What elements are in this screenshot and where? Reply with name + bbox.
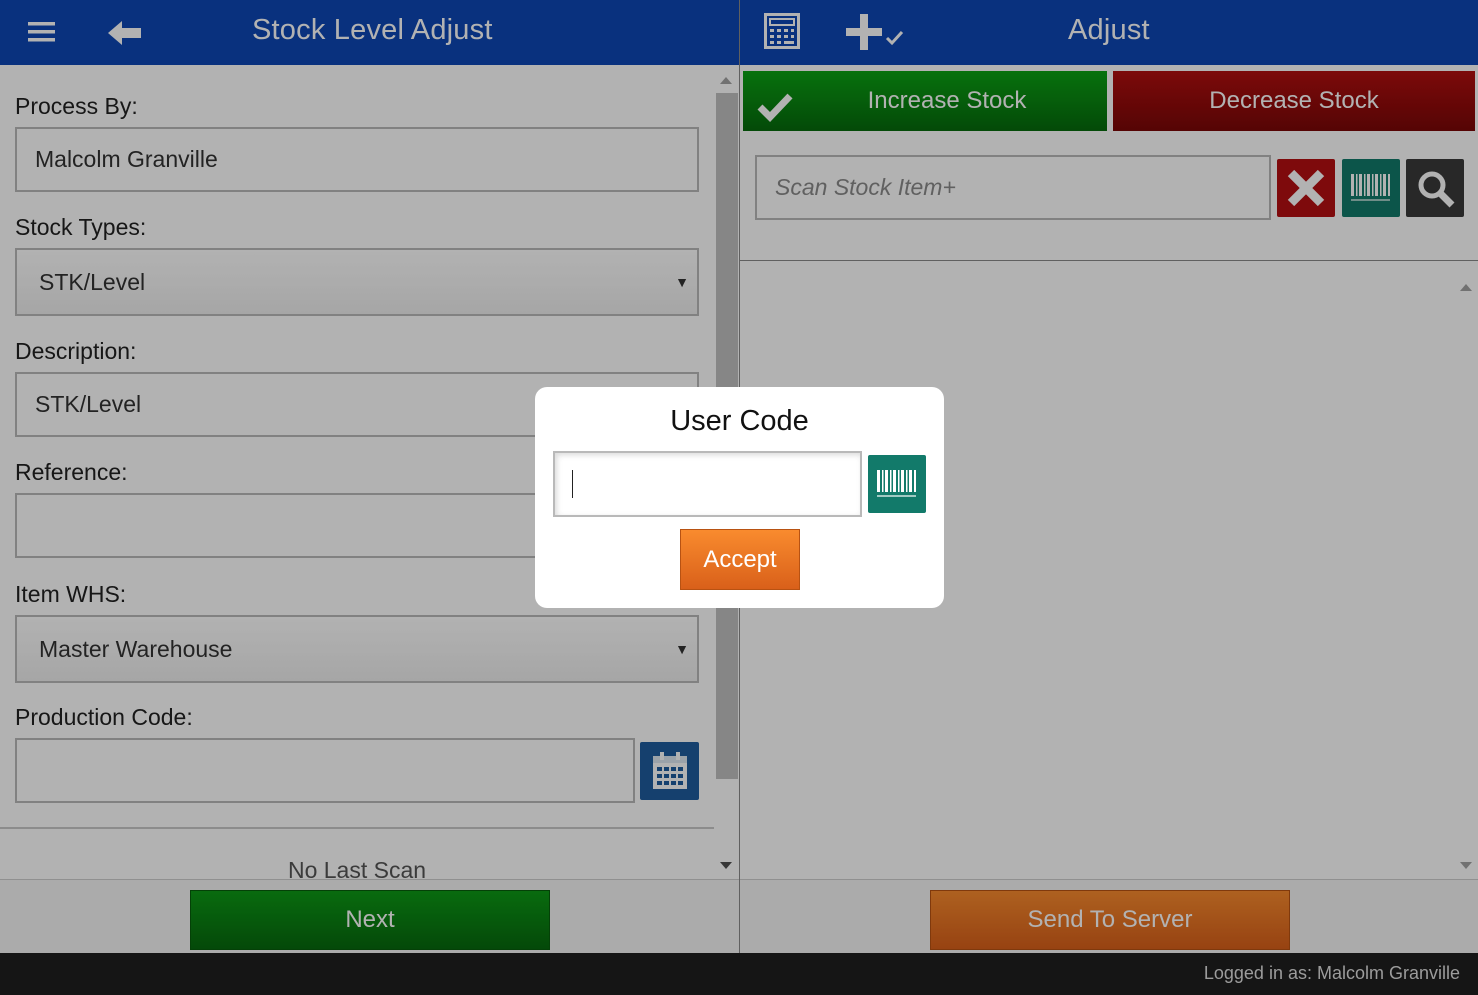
user-code-dialog: User Code Accept — [535, 387, 944, 608]
accept-button[interactable]: Accept — [680, 529, 800, 590]
dialog-title: User Code — [670, 405, 809, 437]
user-code-barcode-button[interactable] — [868, 455, 926, 513]
user-code-input[interactable] — [553, 451, 862, 517]
text-cursor — [572, 470, 573, 498]
status-bar: Logged in as: Malcolm Granville — [0, 953, 1478, 995]
logged-in-text: Logged in as: Malcolm Granville — [1203, 963, 1460, 983]
barcode-icon — [877, 470, 917, 503]
